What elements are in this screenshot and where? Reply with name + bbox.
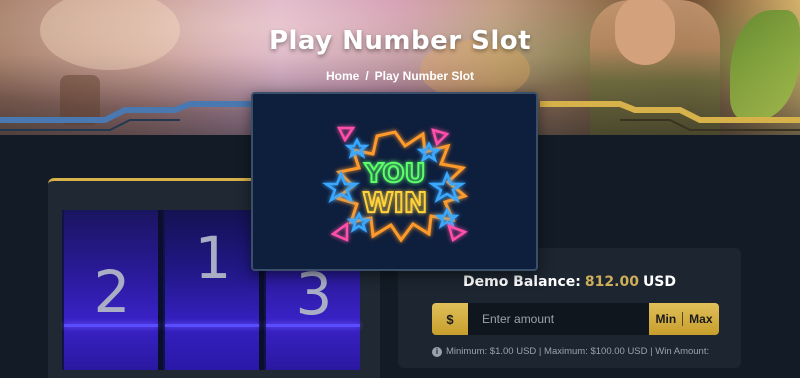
bet-limits-info: i Minimum: $1.00 USD | Maximum: $100.00 … — [432, 346, 709, 357]
slot-reel: 1 — [163, 210, 259, 370]
win-text: WIN — [363, 186, 428, 219]
demo-balance: Demo Balance: 812.00 USD — [398, 274, 741, 290]
win-popup: YOU WIN — [251, 92, 538, 271]
info-icon: i — [432, 346, 442, 357]
triangle-icon — [447, 223, 468, 242]
currency-symbol: $ — [432, 303, 468, 335]
you-text: YOU — [363, 159, 425, 189]
min-button[interactable]: Min — [655, 312, 676, 326]
breadcrumb-home-link[interactable]: Home — [326, 69, 359, 83]
max-button[interactable]: Max — [689, 312, 712, 326]
bet-amount-group: $ Min Max — [432, 303, 719, 335]
slot-reel: 2 — [62, 210, 158, 370]
breadcrumb-separator: / — [365, 69, 369, 83]
you-win-neon-graphic: YOU WIN — [321, 126, 469, 243]
reel-number: 1 — [194, 224, 232, 292]
star-icon — [344, 137, 370, 160]
breadcrumb-current: Play Number Slot — [374, 69, 475, 83]
breadcrumb: Home / Play Number Slot — [0, 69, 800, 83]
bet-amount-input[interactable] — [468, 303, 649, 335]
min-max-buttons: Min Max — [649, 303, 719, 335]
balance-label: Demo Balance: — [462, 274, 581, 290]
balance-amount: 812.00 — [584, 274, 639, 290]
balance-currency: USD — [642, 274, 677, 290]
min-max-divider — [682, 312, 684, 326]
page-title: Play Number Slot — [268, 26, 532, 56]
triangle-icon — [431, 128, 450, 147]
star-icon — [427, 170, 467, 203]
triangle-icon — [336, 126, 356, 143]
bet-limits-text: Minimum: $1.00 USD | Maximum: $100.00 US… — [446, 346, 710, 357]
triangle-icon — [330, 221, 349, 242]
reel-highlight-line — [165, 324, 259, 327]
reel-number: 2 — [93, 258, 131, 326]
